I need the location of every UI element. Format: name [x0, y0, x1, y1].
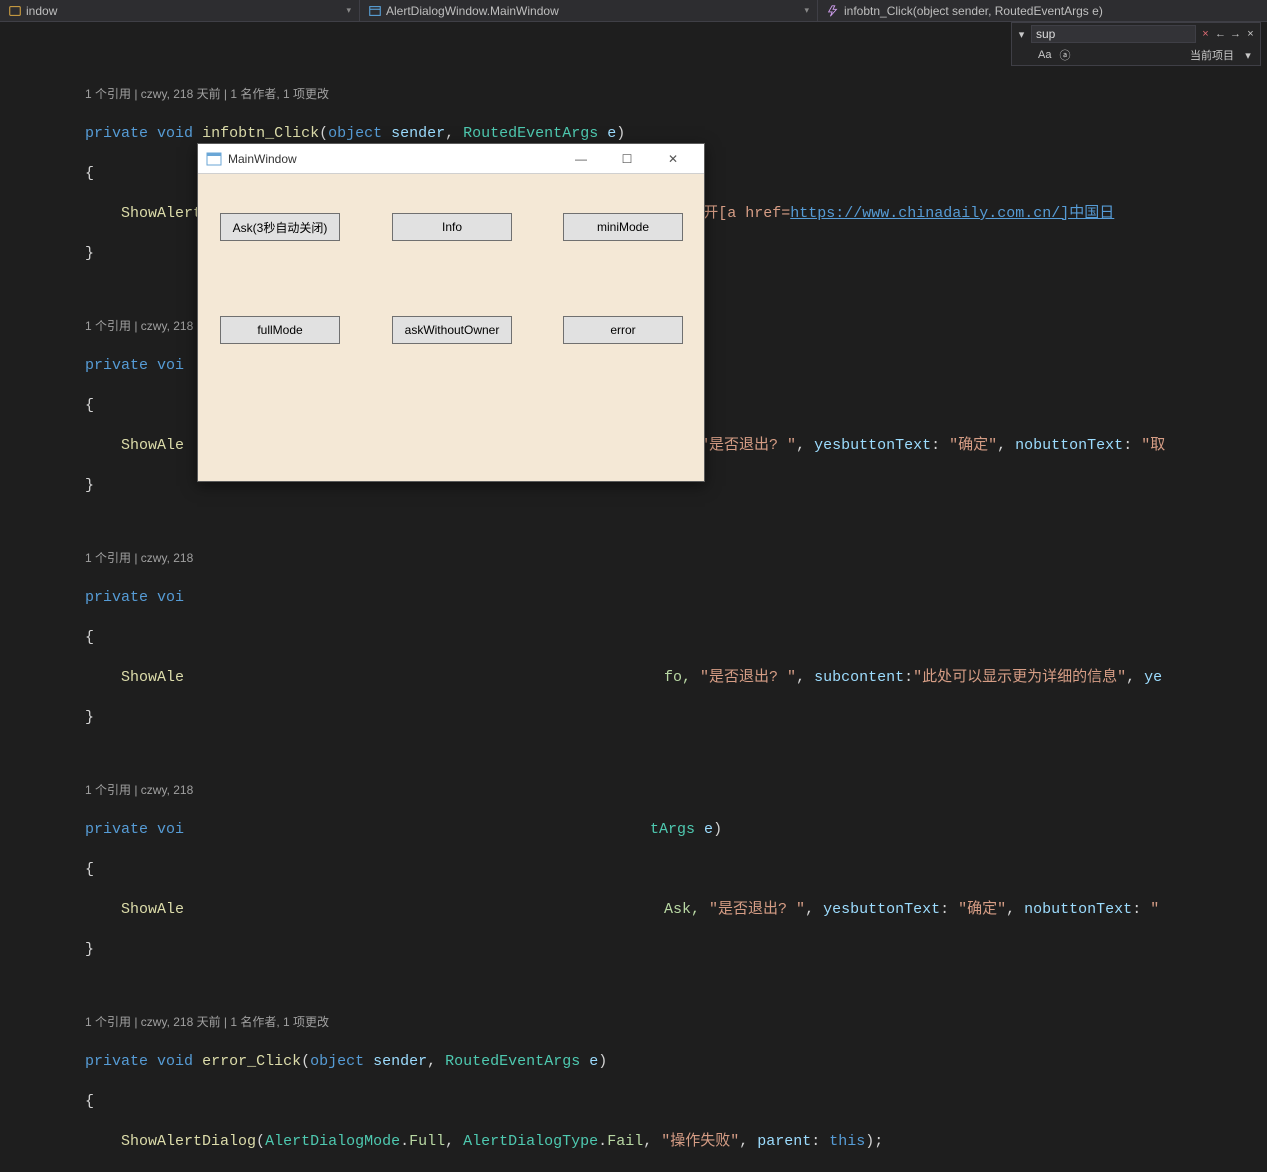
- find-next-button[interactable]: →: [1230, 26, 1241, 42]
- chevron-down-icon: ▾: [346, 5, 351, 16]
- class-dropdown-text: indow: [26, 4, 57, 18]
- wpf-title: MainWindow: [228, 152, 297, 166]
- codelens[interactable]: 1 个引用 | czwy, 218 天前 | 1 名作者, 1 项更改: [85, 84, 1267, 104]
- chevron-down-icon: ▾: [804, 5, 809, 16]
- close-icon[interactable]: ×: [1245, 26, 1256, 42]
- member-dropdown-text: infobtn_Click(object sender, RoutedEvent…: [844, 4, 1103, 18]
- minimize-button[interactable]: —: [558, 144, 604, 173]
- wpf-main-window: MainWindow — ☐ ✕ Ask(3秒自动关闭) Info miniMo…: [197, 143, 705, 482]
- member-dropdown[interactable]: infobtn_Click(object sender, RoutedEvent…: [818, 0, 1267, 21]
- find-panel: ▾ × ← → × Aa ⓐ 当前项目 ▾: [1011, 22, 1261, 66]
- match-case-toggle[interactable]: Aa: [1036, 49, 1053, 61]
- codelens[interactable]: 1 个引用 | czwy, 218: [85, 780, 1267, 800]
- maximize-button[interactable]: ☐: [604, 144, 650, 173]
- error-button[interactable]: error: [563, 316, 683, 344]
- codelens[interactable]: 1 个引用 | czwy, 218: [85, 548, 1267, 568]
- find-prev-button[interactable]: ←: [1215, 26, 1226, 42]
- type-dropdown[interactable]: AlertDialogWindow.MainWindow ▾: [360, 0, 818, 21]
- find-input[interactable]: [1031, 25, 1196, 43]
- askwithoutowner-button[interactable]: askWithoutOwner: [392, 316, 512, 344]
- close-button[interactable]: ✕: [650, 144, 696, 173]
- window-icon: [368, 4, 382, 18]
- app-icon: [206, 151, 222, 167]
- breadcrumb-bar: indow ▾ AlertDialogWindow.MainWindow ▾ i…: [0, 0, 1267, 22]
- info-button[interactable]: Info: [392, 213, 512, 241]
- type-dropdown-text: AlertDialogWindow.MainWindow: [386, 4, 559, 18]
- class-icon: [8, 4, 22, 18]
- codelens[interactable]: 1 个引用 | czwy, 218 天前 | 1 名作者, 1 项更改: [85, 1012, 1267, 1032]
- url-link[interactable]: https://www.chinadaily.com.cn/]中国日: [790, 205, 1114, 222]
- minimode-button[interactable]: miniMode: [563, 213, 683, 241]
- fullmode-button[interactable]: fullMode: [220, 316, 340, 344]
- wpf-titlebar[interactable]: MainWindow — ☐ ✕: [198, 144, 704, 174]
- chevron-down-icon[interactable]: ▾: [1240, 47, 1256, 63]
- close-icon[interactable]: ×: [1200, 26, 1211, 42]
- match-word-toggle[interactable]: ⓐ: [1057, 47, 1072, 63]
- ask-button[interactable]: Ask(3秒自动关闭): [220, 213, 340, 241]
- find-scope-label: 当前项目: [1188, 47, 1236, 63]
- class-dropdown[interactable]: indow ▾: [0, 0, 360, 21]
- chevron-down-icon[interactable]: ▾: [1016, 26, 1027, 42]
- event-icon: [826, 4, 840, 18]
